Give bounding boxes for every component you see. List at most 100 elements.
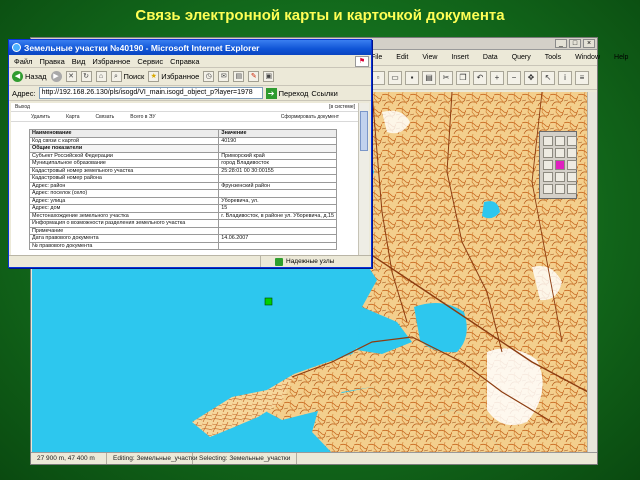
open-icon[interactable]: ▭ bbox=[388, 70, 402, 85]
arrow-tool-icon[interactable] bbox=[543, 136, 553, 146]
card-menu: Выход [в системе] bbox=[11, 103, 359, 112]
exit-link[interactable]: Выход bbox=[15, 104, 30, 110]
document-card-table: Наименование Значение Код связи с картой… bbox=[28, 129, 337, 250]
copy-icon[interactable]: ❐ bbox=[456, 70, 470, 85]
gis-statusbar: 27 900 m, 47 400 m Editing: Земельные_уч… bbox=[31, 452, 597, 464]
cut-icon[interactable]: ✂ bbox=[439, 70, 453, 85]
ie-titlebar[interactable]: Земельные участки №40190 - Microsoft Int… bbox=[9, 40, 371, 55]
ie-window-title: Земельные участки №40190 - Microsoft Int… bbox=[24, 42, 260, 53]
zoom-in-icon[interactable]: + bbox=[490, 70, 504, 85]
minimize-button[interactable]: _ bbox=[555, 39, 567, 48]
coordinates-readout: 27 900 m, 47 400 m bbox=[31, 453, 107, 464]
gis-menu-query[interactable]: Query bbox=[512, 54, 531, 61]
table-row: Местонахождение земельного участка г. Вла… bbox=[28, 211, 337, 220]
status-text bbox=[9, 256, 261, 267]
field-value: г. Владивосток, в районе ул. Уборевича, … bbox=[218, 211, 337, 220]
column-name-header: Наименование bbox=[28, 129, 220, 138]
field-name: Код связи с картой bbox=[28, 136, 220, 145]
field-value: город Владивосток bbox=[218, 159, 337, 168]
text-tool-icon[interactable] bbox=[543, 160, 553, 170]
refresh-icon[interactable]: ↻ bbox=[80, 71, 92, 82]
gis-menu-help[interactable]: Help bbox=[614, 54, 628, 61]
undo-icon[interactable]: ↶ bbox=[473, 70, 487, 85]
fill-color-icon[interactable] bbox=[555, 160, 565, 170]
field-name: Адрес: поселок (село) bbox=[28, 189, 220, 198]
layers-icon[interactable]: ≡ bbox=[575, 70, 589, 85]
print-icon[interactable]: ▤ bbox=[233, 71, 245, 82]
map-action[interactable]: Карта bbox=[66, 114, 79, 120]
zoom-tool-icon[interactable] bbox=[567, 136, 577, 146]
hand-tool-icon[interactable] bbox=[555, 136, 565, 146]
home-icon[interactable]: ⌂ bbox=[95, 71, 107, 82]
ie-menu-tools[interactable]: Сервис bbox=[137, 57, 163, 66]
gis-menu-insert[interactable]: Insert bbox=[451, 54, 469, 61]
field-name: Дата правового документа bbox=[28, 234, 220, 243]
ie-menu-file[interactable]: Файл bbox=[14, 57, 32, 66]
node-tool-icon[interactable] bbox=[555, 184, 565, 194]
maximize-button[interactable]: □ bbox=[569, 39, 581, 48]
links-button[interactable]: Ссылки bbox=[311, 89, 337, 98]
close-button[interactable]: × bbox=[583, 39, 595, 48]
back-button[interactable]: ◀ Назад bbox=[12, 71, 47, 82]
table-row: Адрес: улица Уборевича, ул. bbox=[28, 196, 337, 205]
go-button[interactable]: ➔ Переход bbox=[265, 87, 308, 99]
pan-icon[interactable]: ✥ bbox=[524, 70, 538, 85]
table-row: Адрес: район Фрунзенский район bbox=[28, 181, 337, 190]
zoom-out-icon[interactable]: − bbox=[507, 70, 521, 85]
field-name: Кадастровый номер земельного участка bbox=[28, 166, 220, 175]
gis-menu-file[interactable]: File bbox=[371, 54, 382, 61]
point-tool-icon[interactable] bbox=[567, 160, 577, 170]
forward-button[interactable]: ▶ bbox=[50, 71, 62, 82]
buffer-tool-icon[interactable] bbox=[567, 184, 577, 194]
trusted-zone-icon bbox=[275, 257, 283, 266]
new-icon[interactable]: ▫ bbox=[371, 70, 385, 85]
selecting-layer: Selecting: Земельные_участки bbox=[193, 453, 298, 464]
gis-menu-tools[interactable]: Tools bbox=[545, 54, 561, 61]
ie-menu-edit[interactable]: Правка bbox=[39, 57, 64, 66]
address-input[interactable]: http://192.168.26.130/pls/isogd/VI_main.… bbox=[38, 87, 263, 99]
star-icon: ★ bbox=[148, 71, 160, 82]
field-name: Субъект Российской Федерации bbox=[28, 151, 220, 160]
mail-icon[interactable]: ✉ bbox=[218, 71, 230, 82]
polygon-tool-icon[interactable] bbox=[555, 148, 565, 158]
info-tool-icon[interactable] bbox=[555, 172, 565, 182]
ie-menu-favorites[interactable]: Избранное bbox=[92, 57, 130, 66]
scroll-thumb[interactable] bbox=[360, 111, 368, 151]
ie-vertical-scrollbar[interactable] bbox=[358, 103, 369, 256]
link-action[interactable]: Связать bbox=[95, 114, 114, 120]
ie-menu-view[interactable]: Вид bbox=[72, 57, 86, 66]
selected-parcel[interactable] bbox=[264, 297, 273, 306]
gis-menu-data[interactable]: Data bbox=[483, 54, 498, 61]
gis-menu-view[interactable]: View bbox=[422, 54, 437, 61]
info-icon[interactable]: i bbox=[558, 70, 572, 85]
label-tool-icon[interactable] bbox=[567, 172, 577, 182]
edit-icon[interactable]: ✎ bbox=[248, 71, 260, 82]
generate-document-action[interactable]: Сформировать документ bbox=[281, 114, 339, 120]
search-button[interactable]: ⌕ Поиск bbox=[110, 71, 144, 82]
stop-icon[interactable]: ✕ bbox=[65, 71, 77, 82]
gis-menu-edit[interactable]: Edit bbox=[396, 54, 408, 61]
field-value: Приморский край bbox=[218, 151, 337, 160]
history-icon[interactable]: ◷ bbox=[203, 71, 215, 82]
discuss-icon[interactable]: ▣ bbox=[263, 71, 275, 82]
ie-menu-help[interactable]: Справка bbox=[170, 57, 199, 66]
windows-flag-icon: ⚑ bbox=[355, 56, 369, 67]
field-value: Фрунзенский район bbox=[218, 181, 337, 190]
ruler-tool-icon[interactable] bbox=[543, 172, 553, 182]
save-icon[interactable]: ▪ bbox=[405, 70, 419, 85]
favorites-button[interactable]: ★ Избранное bbox=[148, 71, 199, 82]
select-icon[interactable]: ↖ bbox=[541, 70, 555, 85]
security-zone: Надежные узлы bbox=[261, 257, 334, 266]
total-action[interactable]: Всего в ЭУ bbox=[130, 114, 155, 120]
system-link[interactable]: [в системе] bbox=[329, 104, 355, 110]
table-row: Кадастровый номер района bbox=[28, 174, 337, 183]
erase-tool-icon[interactable] bbox=[543, 184, 553, 194]
gis-menu-window[interactable]: Window bbox=[575, 54, 600, 61]
rect-tool-icon[interactable] bbox=[567, 148, 577, 158]
map-vertical-scrollbar[interactable] bbox=[587, 92, 597, 453]
line-tool-icon[interactable] bbox=[543, 148, 553, 158]
field-name: Адрес: район bbox=[28, 181, 220, 190]
print-icon[interactable]: ▤ bbox=[422, 70, 436, 85]
delete-action[interactable]: Удалить bbox=[31, 114, 50, 120]
field-name: Адрес: дом bbox=[28, 204, 220, 213]
